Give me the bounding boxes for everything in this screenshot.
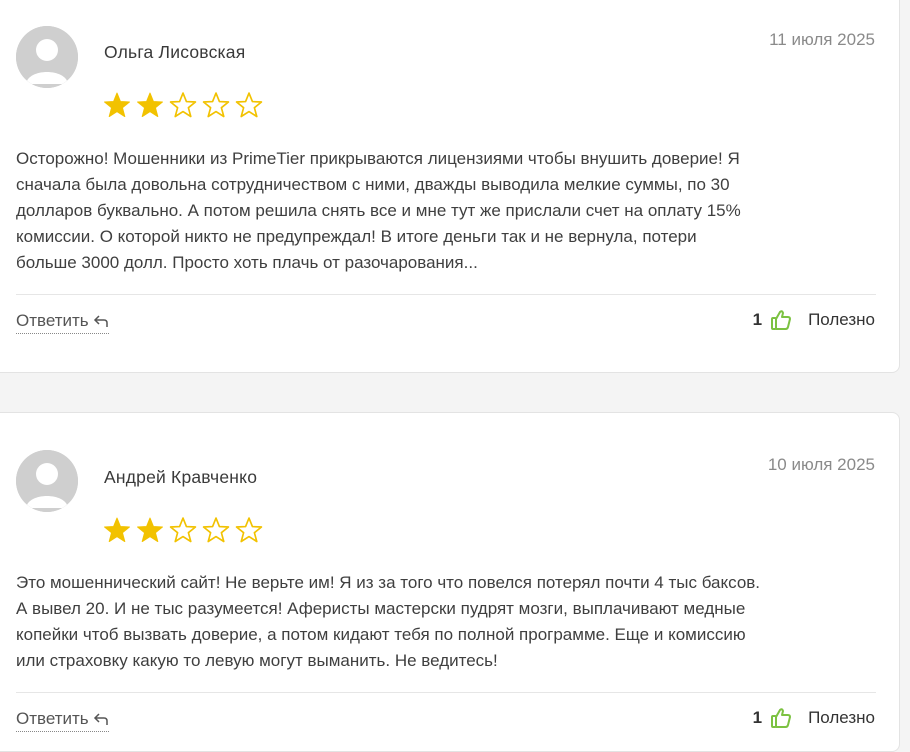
helpful-button[interactable]: Полезно (808, 310, 875, 330)
reply-button[interactable]: Ответить (16, 709, 109, 732)
star-icon-empty (168, 91, 198, 119)
star-icon-empty (234, 91, 264, 119)
avatar (16, 450, 78, 512)
star-icon-empty (201, 516, 231, 544)
thumbs-up-icon[interactable] (770, 309, 792, 331)
reply-arrow-icon (93, 713, 108, 725)
reply-button[interactable]: Ответить (16, 311, 109, 334)
thumbs-up-icon[interactable] (770, 707, 792, 729)
user-placeholder-icon (16, 26, 78, 88)
star-icon-empty (201, 91, 231, 119)
star-icon-empty (234, 516, 264, 544)
helpful-section: 1 Полезно (753, 309, 875, 331)
rating-stars (102, 91, 264, 119)
review-text-line: сначала была довольна сотрудничеством с … (16, 175, 730, 194)
star-icon-filled (102, 91, 132, 119)
review-text-line: больше 3000 долл. Просто хоть плачь от р… (16, 253, 478, 272)
helpful-button[interactable]: Полезно (808, 708, 875, 728)
reply-label: Ответить (16, 311, 89, 330)
divider (16, 692, 876, 693)
star-icon-filled (135, 516, 165, 544)
star-icon-empty (168, 516, 198, 544)
review-text-line: или страховку какую то левую могут выман… (16, 651, 498, 670)
helpful-count: 1 (752, 310, 763, 329)
star-icon-filled (102, 516, 132, 544)
review-author: Андрей Кравченко (104, 467, 258, 487)
helpful-count: 1 (752, 708, 763, 727)
review-text-line: комиссии. О которой никто не предупрежда… (16, 227, 697, 246)
review-text: Осторожно! Мошенники из PrimeTier прикры… (16, 146, 878, 276)
review-text-line: Осторожно! Мошенники из PrimeTier прикры… (16, 149, 740, 168)
user-placeholder-icon (16, 450, 78, 512)
divider (16, 294, 876, 295)
review-date: 10 июля 2025 (767, 455, 875, 474)
review-text-line: долларов буквально. А потом решила снять… (16, 201, 741, 220)
review-text-line: А вывел 20. И не тыс разумеется! Аферист… (16, 599, 746, 618)
reply-label: Ответить (16, 709, 89, 728)
reply-arrow-icon (93, 315, 108, 327)
review-date: 11 июля 2025 (769, 30, 875, 49)
review-text-line: копейки чтоб вызвать доверие, а потом ки… (16, 625, 746, 644)
review-card: Андрей Кравченко 10 июля 2025 Это мошенн… (0, 412, 900, 752)
star-icon-filled (135, 91, 165, 119)
avatar (16, 26, 78, 88)
review-text-line: Это мошеннический сайт! Не верьте им! Я … (16, 573, 761, 592)
rating-stars (102, 516, 264, 544)
review-text: Это мошеннический сайт! Не верьте им! Я … (16, 570, 878, 674)
review-card: Ольга Лисовская 11 июля 2025 Осторожно! … (0, 0, 900, 373)
review-author: Ольга Лисовская (104, 42, 246, 62)
helpful-section: 1 Полезно (753, 707, 875, 729)
